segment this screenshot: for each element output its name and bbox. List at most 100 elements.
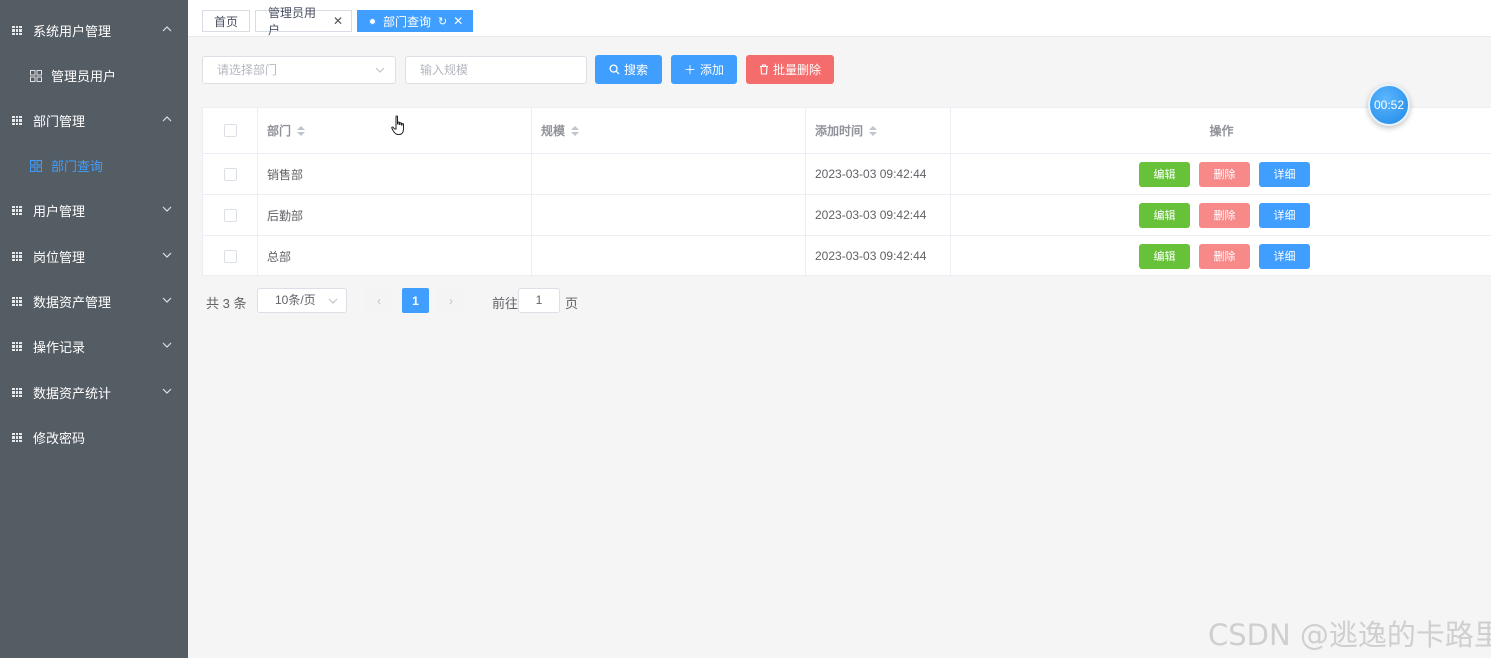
submenu-label: 管理员用户 bbox=[51, 69, 117, 84]
add-button-label: 添加 bbox=[700, 63, 725, 77]
scale-input[interactable] bbox=[405, 56, 587, 84]
grid-icon bbox=[12, 296, 22, 307]
page-size-select[interactable]: 10条/页 bbox=[257, 288, 347, 313]
chevron-up-icon bbox=[162, 114, 172, 124]
grid-icon bbox=[12, 387, 22, 398]
add-button[interactable]: ＋ 添加 bbox=[671, 55, 737, 84]
row-checkbox[interactable] bbox=[223, 208, 237, 222]
tab-label: 首页 bbox=[213, 14, 238, 29]
header-checkbox-cell bbox=[203, 108, 258, 153]
delete-button[interactable]: 删除 bbox=[1199, 243, 1250, 269]
timer-badge[interactable]: 00:52 bbox=[1368, 84, 1410, 126]
tab-admin-users[interactable]: 管理员用户 ✕ bbox=[255, 6, 352, 37]
delete-button[interactable]: 删除 bbox=[1199, 202, 1250, 228]
hand-cursor-icon bbox=[391, 115, 404, 135]
pagination-total: 共 3 条 bbox=[206, 296, 247, 311]
submenu-admin-users[interactable]: 管理员用户 bbox=[0, 53, 188, 98]
header-time[interactable]: 添加时间 bbox=[806, 108, 951, 153]
search-button[interactable]: 搜索 bbox=[595, 55, 662, 84]
sort-icon[interactable] bbox=[571, 125, 580, 136]
edit-button[interactable]: 编辑 bbox=[1139, 202, 1190, 228]
time-cell: 2023-03-03 09:42:44 bbox=[806, 154, 951, 194]
grid-icon bbox=[12, 115, 22, 126]
menu-label: 部门管理 bbox=[33, 114, 86, 129]
menu-position-mgmt[interactable]: 岗位管理 bbox=[0, 234, 188, 279]
chevron-down-icon bbox=[162, 250, 172, 260]
close-icon[interactable]: ✕ bbox=[333, 14, 343, 28]
tab-home[interactable]: 首页 bbox=[202, 10, 250, 32]
page-size-value: 10条/页 bbox=[275, 293, 316, 307]
page-suffix-label: 页 bbox=[565, 296, 579, 311]
header-ops: 操作 bbox=[951, 108, 1491, 153]
select-all-checkbox[interactable] bbox=[223, 124, 237, 137]
submenu-dept-query[interactable]: 部门查询 bbox=[0, 143, 188, 188]
header-ops-label: 操作 bbox=[1209, 124, 1234, 138]
row-checkbox-cell bbox=[203, 236, 258, 276]
menu-data-asset-stats[interactable]: 数据资产统计 bbox=[0, 370, 188, 415]
grid-icon bbox=[12, 432, 22, 443]
grid-icon bbox=[12, 25, 22, 36]
batch-delete-button-label: 批量删除 bbox=[772, 63, 821, 77]
edit-button[interactable]: 编辑 bbox=[1139, 161, 1190, 187]
tab-label: 部门查询 bbox=[383, 14, 432, 29]
menu-label: 数据资产统计 bbox=[33, 386, 112, 401]
tab-dept-query[interactable]: 部门查询 ↻ ✕ bbox=[357, 10, 473, 32]
menu-system-users[interactable]: 系统用户管理 bbox=[0, 8, 188, 53]
row-checkbox[interactable] bbox=[223, 249, 237, 263]
time-cell: 2023-03-03 09:42:44 bbox=[806, 195, 951, 235]
chevron-up-icon bbox=[162, 24, 172, 34]
header-time-label: 添加时间 bbox=[815, 124, 864, 138]
row-actions: 编辑 删除 详细 bbox=[1135, 195, 1315, 235]
row-checkbox-cell bbox=[203, 154, 258, 194]
scale-cell bbox=[532, 154, 806, 194]
chevron-left-icon: ‹ bbox=[377, 293, 381, 308]
menu-change-password[interactable]: 修改密码 bbox=[0, 415, 188, 460]
detail-button[interactable]: 详细 bbox=[1259, 243, 1310, 269]
edit-button[interactable]: 编辑 bbox=[1139, 243, 1190, 269]
menu-label: 岗位管理 bbox=[33, 250, 86, 265]
next-page-button[interactable]: › bbox=[437, 288, 465, 313]
chevron-down-icon bbox=[162, 204, 172, 214]
close-icon[interactable]: ✕ bbox=[453, 14, 463, 28]
dept-cell: 总部 bbox=[258, 236, 532, 276]
row-actions: 编辑 删除 详细 bbox=[1135, 236, 1315, 276]
menu-label: 数据资产管理 bbox=[33, 295, 112, 310]
time-cell: 2023-03-03 09:42:44 bbox=[806, 236, 951, 276]
row-checkbox-cell bbox=[203, 195, 258, 235]
header-scale[interactable]: 规模 bbox=[532, 108, 806, 153]
prev-page-button[interactable]: ‹ bbox=[365, 288, 393, 313]
trash-icon bbox=[759, 64, 768, 75]
batch-delete-button[interactable]: 批量删除 bbox=[746, 55, 834, 84]
table-row: 销售部 2023-03-03 09:42:44 编辑 删除 详细 bbox=[203, 154, 1491, 195]
chevron-down-icon bbox=[328, 298, 338, 304]
header-dept-label: 部门 bbox=[267, 124, 292, 138]
scale-cell bbox=[532, 236, 806, 276]
page-number-current[interactable]: 1 bbox=[402, 288, 429, 313]
menu-user-mgmt[interactable]: 用户管理 bbox=[0, 188, 188, 233]
department-select[interactable]: 请选择部门 bbox=[202, 56, 396, 84]
active-dot-icon bbox=[369, 17, 376, 25]
sort-icon[interactable] bbox=[297, 125, 306, 136]
refresh-icon[interactable]: ↻ bbox=[438, 15, 447, 28]
sidebar: 系统用户管理 管理员用户 部门管理 部门查询 用户管理 岗位管理 数据资产管理 … bbox=[0, 0, 188, 658]
goto-label: 前往 bbox=[492, 296, 519, 311]
chevron-down-icon bbox=[375, 67, 385, 73]
header-scale-label: 规模 bbox=[541, 124, 566, 138]
row-checkbox[interactable] bbox=[223, 167, 237, 181]
menu-department-mgmt[interactable]: 部门管理 bbox=[0, 98, 188, 143]
goto-page-input[interactable]: 1 bbox=[518, 288, 560, 313]
grid-icon bbox=[12, 205, 22, 216]
chevron-right-icon: › bbox=[449, 293, 453, 308]
menu-data-asset-mgmt[interactable]: 数据资产管理 bbox=[0, 279, 188, 324]
grid-icon bbox=[12, 341, 22, 352]
dept-cell: 销售部 bbox=[258, 154, 532, 194]
menu-operation-log[interactable]: 操作记录 bbox=[0, 324, 188, 369]
delete-button[interactable]: 删除 bbox=[1199, 161, 1250, 187]
watermark: CSDN @逃逸的卡路里 bbox=[1208, 618, 1491, 652]
apps-icon bbox=[30, 159, 42, 172]
plus-icon: ＋ bbox=[683, 63, 696, 77]
table-row: 总部 2023-03-03 09:42:44 编辑 删除 详细 bbox=[203, 236, 1491, 276]
detail-button[interactable]: 详细 bbox=[1259, 161, 1310, 187]
sort-icon[interactable] bbox=[869, 125, 878, 136]
detail-button[interactable]: 详细 bbox=[1259, 202, 1310, 228]
